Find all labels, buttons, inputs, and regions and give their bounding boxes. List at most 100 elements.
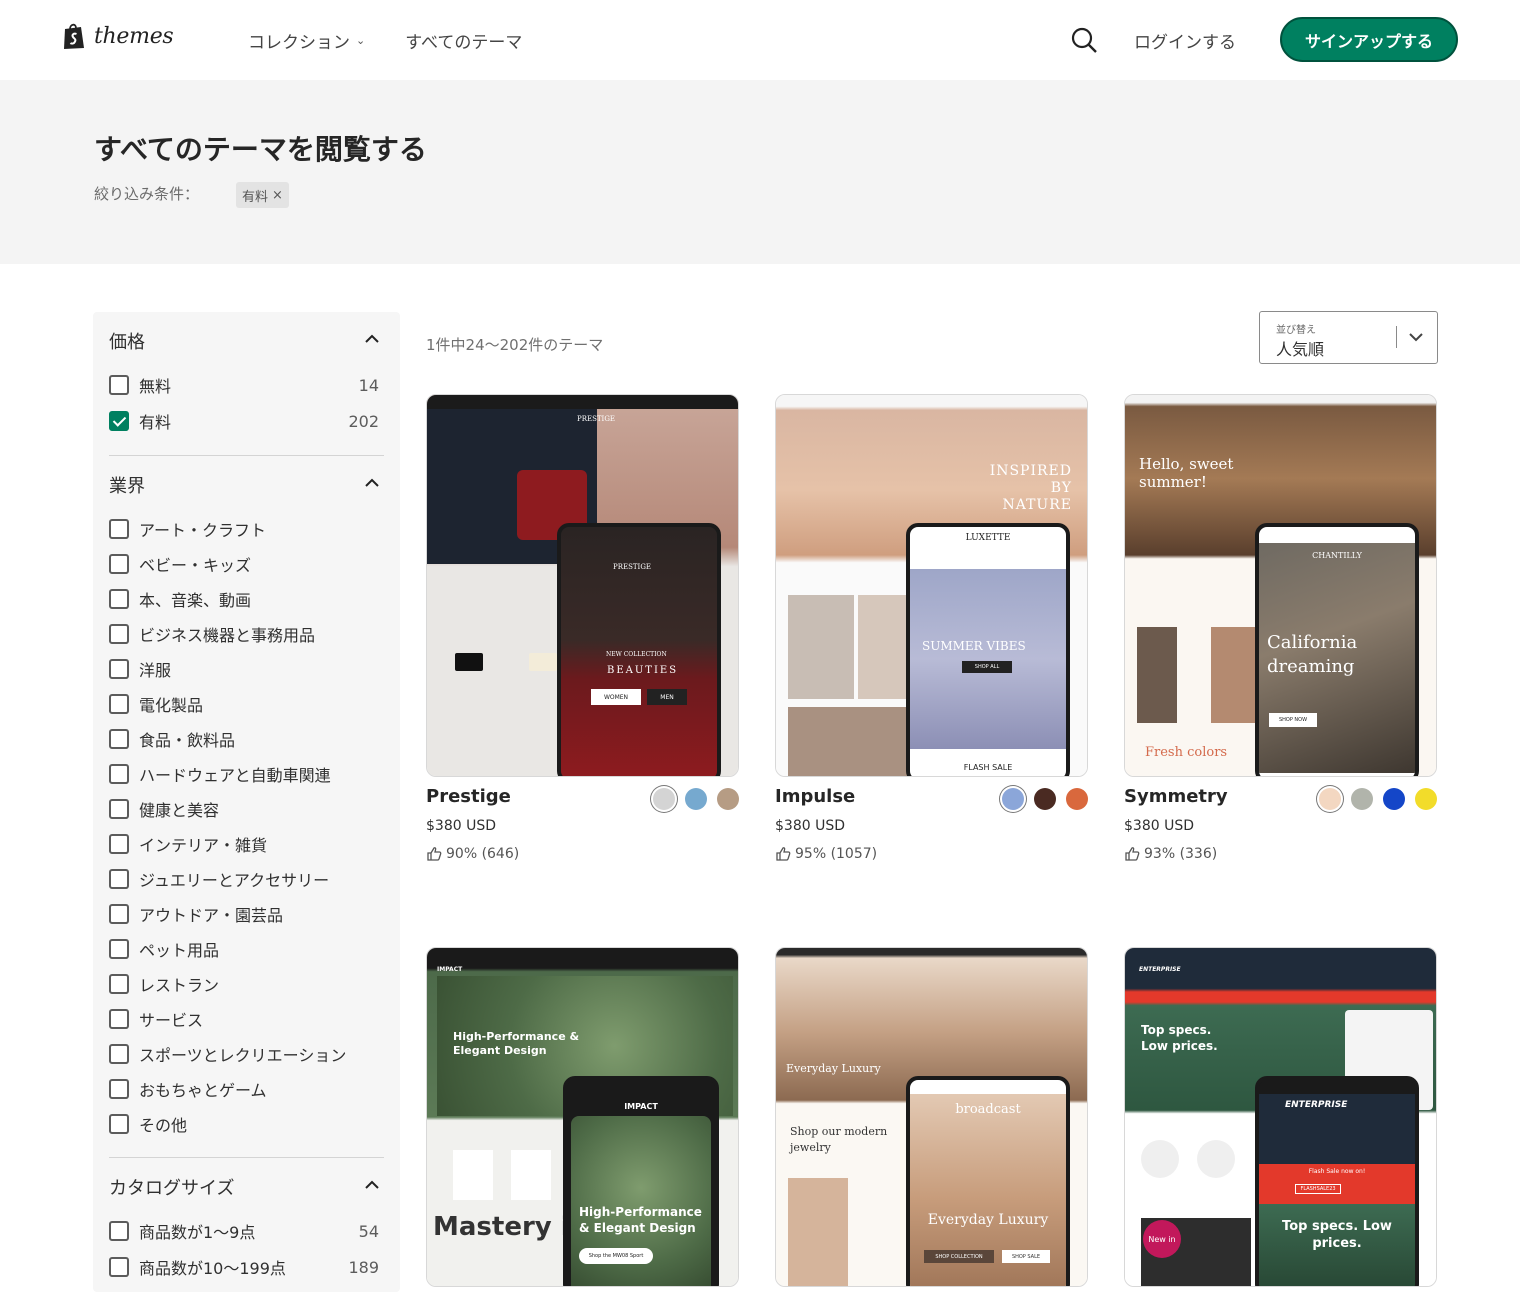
filter-option-industry[interactable]: アウトドア・園芸品 (109, 902, 379, 926)
checkbox[interactable] (109, 1221, 129, 1241)
checkbox[interactable] (109, 729, 129, 749)
filter-option-industry[interactable]: サービス (109, 1007, 379, 1031)
filter-option-catalog-medium[interactable]: 商品数が10〜199点 189 (109, 1255, 379, 1279)
filter-option-industry[interactable]: アート・クラフト (109, 517, 379, 541)
mock-btn: SHOP ALL (962, 661, 1012, 673)
signup-button[interactable]: サインアップする (1280, 17, 1458, 62)
checkbox[interactable] (109, 1257, 129, 1277)
nav-collections-label: コレクション (248, 33, 350, 53)
mock-sub: Hello, sweet summer! (1139, 455, 1234, 491)
filter-option-industry[interactable]: 電化製品 (109, 692, 379, 716)
filter-option-industry[interactable]: 洋服 (109, 657, 379, 681)
checkbox[interactable] (109, 764, 129, 784)
filter-option-industry[interactable]: スポーツとレクリエーション (109, 1042, 379, 1066)
theme-card[interactable]: IMPACT High-Performance & Elegant Design… (426, 947, 739, 1287)
chevron-up-icon[interactable] (365, 334, 379, 343)
chevron-up-icon[interactable] (365, 1180, 379, 1189)
filter-option-paid[interactable]: 有料 202 (109, 409, 379, 433)
theme-card[interactable]: INSPIRED BY NATURE LUXETTE SUMMER VIBES … (775, 394, 1088, 862)
theme-card[interactable]: Everyday Luxury Shop our modern jewelry … (775, 947, 1088, 1287)
option-label: レストラン (139, 976, 220, 995)
filter-option-free[interactable]: 無料 14 (109, 373, 379, 397)
color-swatch[interactable] (1319, 788, 1341, 810)
color-swatch[interactable] (1351, 788, 1373, 810)
checkbox[interactable] (109, 834, 129, 854)
mock-category (1141, 1140, 1179, 1178)
active-filter-chip[interactable]: 有料 × (236, 182, 289, 208)
checkbox[interactable] (109, 869, 129, 889)
search-icon[interactable] (1070, 26, 1098, 54)
catalog-section-title: カタログサイズ (109, 1178, 235, 1199)
filter-option-industry[interactable]: ベビー・キッズ (109, 552, 379, 576)
filter-option-industry[interactable]: その他 (109, 1112, 379, 1136)
theme-card[interactable]: ENTERPRISE Top specs. Low prices. New in… (1124, 947, 1437, 1287)
color-swatches (1319, 788, 1437, 810)
nav-all-themes[interactable]: すべてのテーマ (405, 28, 522, 53)
color-swatch[interactable] (1415, 788, 1437, 810)
checkbox[interactable] (109, 589, 129, 609)
checkbox-checked[interactable] (109, 411, 129, 431)
filter-option-industry[interactable]: ビジネス機器と事務用品 (109, 622, 379, 646)
mock-product (455, 653, 483, 671)
close-icon[interactable]: × (272, 188, 283, 203)
checkbox[interactable] (109, 1009, 129, 1029)
checkbox[interactable] (109, 904, 129, 924)
mock-btn: SHOP COLLECTION (924, 1250, 994, 1263)
filter-option-industry[interactable]: ペット用品 (109, 937, 379, 961)
mock-model-photo (1137, 627, 1177, 723)
mock-btn: WOMEN (591, 689, 641, 705)
theme-card[interactable]: Hello, sweet summer! Fresh colors CHANTI… (1124, 394, 1437, 862)
filter-option-industry[interactable]: ジュエリーとアクセサリー (109, 867, 379, 891)
checkbox[interactable] (109, 694, 129, 714)
checkbox[interactable] (109, 659, 129, 679)
color-swatch[interactable] (1034, 788, 1056, 810)
checkbox[interactable] (109, 375, 129, 395)
mock-category (1197, 1140, 1235, 1178)
filter-option-industry[interactable]: 本、音楽、動画 (109, 587, 379, 611)
theme-preview-image[interactable]: INSPIRED BY NATURE LUXETTE SUMMER VIBES … (775, 394, 1088, 777)
theme-preview-image[interactable]: Hello, sweet summer! Fresh colors CHANTI… (1124, 394, 1437, 777)
theme-name[interactable]: Symmetry (1124, 786, 1228, 807)
mock-btn: SHOP NOW (1269, 713, 1317, 727)
filter-option-industry[interactable]: インテリア・雑貨 (109, 832, 379, 856)
checkbox[interactable] (109, 624, 129, 644)
theme-preview-image[interactable]: Everyday Luxury Shop our modern jewelry … (775, 947, 1088, 1287)
chevron-down-icon: ⌄ (356, 34, 366, 47)
theme-preview-image[interactable]: ENTERPRISE Top specs. Low prices. New in… (1124, 947, 1437, 1287)
checkbox[interactable] (109, 799, 129, 819)
color-swatch[interactable] (1066, 788, 1088, 810)
shopify-themes-logo[interactable]: themes (62, 22, 174, 50)
filter-option-industry[interactable]: レストラン (109, 972, 379, 996)
nav-collections[interactable]: コレクション ⌄ (248, 28, 365, 53)
theme-name[interactable]: Prestige (426, 786, 511, 807)
filter-option-industry[interactable]: 健康と美容 (109, 797, 379, 821)
login-link[interactable]: ログインする (1134, 28, 1236, 53)
checkbox[interactable] (109, 1114, 129, 1134)
checkbox[interactable] (109, 1079, 129, 1099)
theme-preview-image[interactable]: PRESTIGE PRESTIGE NEW COLLECTION BEAUTIE… (426, 394, 739, 777)
color-swatch[interactable] (717, 788, 739, 810)
filter-option-industry[interactable]: おもちゃとゲーム (109, 1077, 379, 1101)
theme-name[interactable]: Impulse (775, 786, 855, 807)
mock-model-photo (1211, 627, 1257, 723)
sort-select[interactable]: 並び替え 人気順 (1259, 311, 1438, 364)
theme-preview-image[interactable]: IMPACT High-Performance & Elegant Design… (426, 947, 739, 1287)
color-swatch[interactable] (1002, 788, 1024, 810)
color-swatch[interactable] (1383, 788, 1405, 810)
color-swatch[interactable] (685, 788, 707, 810)
checkbox[interactable] (109, 519, 129, 539)
phone-mockup: PRESTIGE NEW COLLECTION BEAUTIES WOMEN M… (557, 523, 721, 776)
checkbox[interactable] (109, 554, 129, 574)
theme-rating: 95% (1057) (775, 846, 877, 862)
color-swatch[interactable] (653, 788, 675, 810)
filter-option-catalog-small[interactable]: 商品数が1〜9点 54 (109, 1219, 379, 1243)
option-label: ジュエリーとアクセサリー (139, 871, 330, 890)
checkbox[interactable] (109, 1044, 129, 1064)
filter-option-industry[interactable]: 食品・飲料品 (109, 727, 379, 751)
filter-option-industry[interactable]: ハードウェアと自動車関連 (109, 762, 379, 786)
checkbox[interactable] (109, 974, 129, 994)
chevron-up-icon[interactable] (365, 478, 379, 487)
checkbox[interactable] (109, 939, 129, 959)
mock-headline: Top specs. Low prices. (1141, 1023, 1218, 1053)
theme-card[interactable]: PRESTIGE PRESTIGE NEW COLLECTION BEAUTIE… (426, 394, 739, 862)
